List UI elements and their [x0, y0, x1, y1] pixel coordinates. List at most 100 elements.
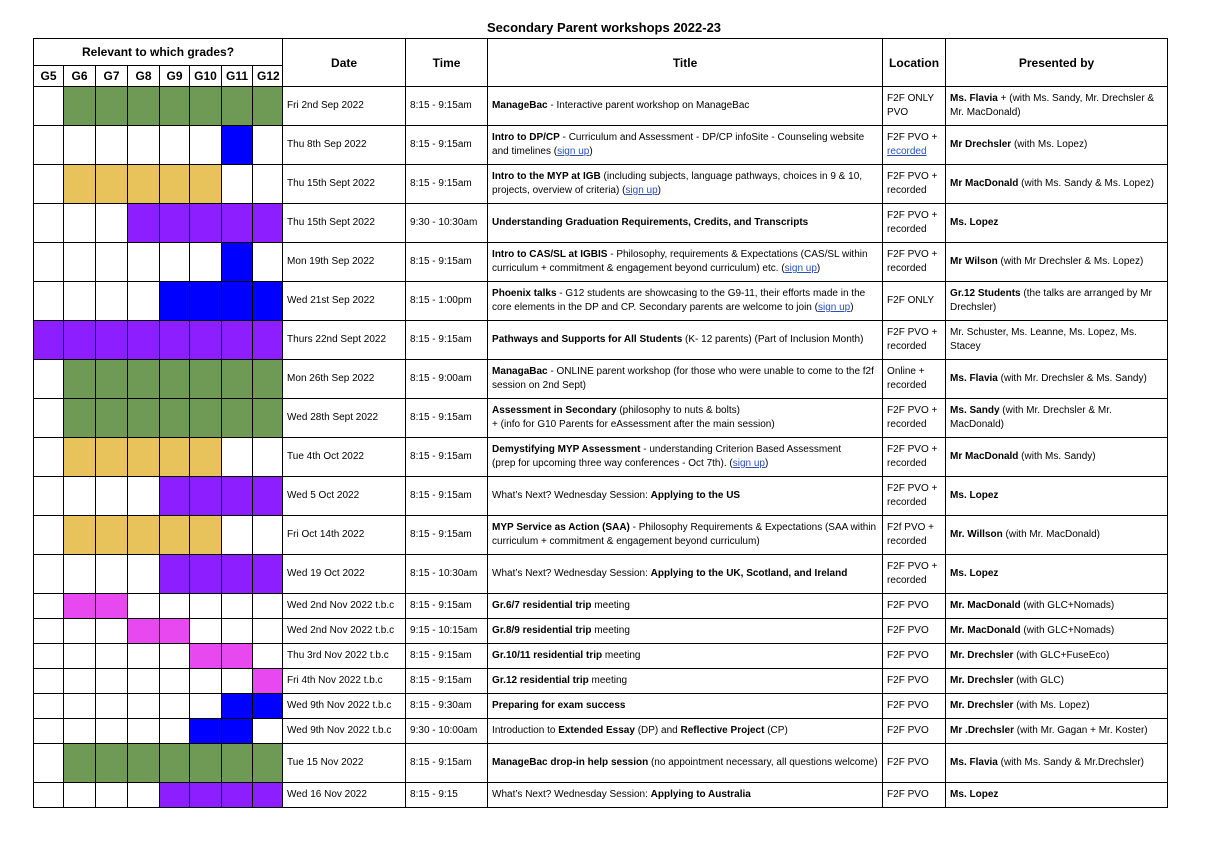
grade-indicator-cell	[251, 359, 284, 399]
grade-indicator-cell	[127, 164, 160, 204]
text-segment: F2F PVO + recorded	[887, 444, 938, 469]
grade-indicator-cell	[251, 743, 284, 783]
grade-indicator-cell	[63, 437, 96, 477]
presenter-cell: Ms. Lopez	[945, 476, 1169, 516]
presenter-cell: Mr MacDonald (with Ms. Sandy & Ms. Lopez…	[945, 164, 1169, 204]
grade-indicator-cell	[221, 359, 253, 399]
text-segment: meeting	[602, 650, 641, 661]
text-segment: Introduction to	[492, 725, 559, 736]
grade-indicator-cell	[127, 515, 160, 555]
grade-indicator-cell	[95, 782, 128, 808]
emphasis-text: Gr.12 residential trip	[492, 675, 589, 686]
grade-indicator-cell	[221, 437, 253, 477]
title-cell: What’s Next? Wednesday Session: Applying…	[487, 476, 884, 516]
workshop-row: Wed 2nd Nov 2022 t.b.c 9:15 - 10:15am Gr.8…	[33, 618, 1169, 644]
grade-indicator-cell	[95, 515, 128, 555]
grade-indicator-cell	[127, 782, 160, 808]
emphasis-text: Ms. Lopez	[950, 490, 999, 501]
date-cell: Thu 8th Sep 2022	[282, 125, 407, 165]
grade-indicator-cell	[33, 515, 64, 555]
grade-indicator-cell	[33, 125, 64, 165]
date-cell: Wed 5 Oct 2022	[282, 476, 407, 516]
emphasis-text: Mr MacDonald	[950, 451, 1019, 462]
sign-up-link[interactable]: sign up	[785, 263, 817, 274]
grade-indicator-cell	[63, 398, 96, 438]
grade-indicator-cell	[159, 86, 190, 126]
text-segment: - Interactive parent workshop on ManageB…	[547, 100, 750, 111]
workshop-row: Thu 15th Sept 2022 9:30 - 10:30am Understa…	[33, 203, 1169, 243]
text-segment: (prep for upcoming three way conferences…	[492, 458, 733, 469]
workshop-row: Mon 26th Sep 2022 8:15 - 9:00am ManagaBac …	[33, 359, 1169, 399]
date-cell: Wed 19 Oct 2022	[282, 554, 407, 594]
presenter-cell: Mr MacDonald (with Ms. Sandy)	[945, 437, 1169, 477]
grade-indicator-cell	[33, 398, 64, 438]
presenter-cell: Mr Drechsler (with Ms. Lopez)	[945, 125, 1169, 165]
grade-indicator-cell	[63, 164, 96, 204]
grade-indicator-cell	[251, 476, 284, 516]
relevant-grades-header: Relevant to which grades?	[32, 38, 284, 66]
time-cell: 8:15 - 9:15am	[405, 668, 489, 694]
emphasis-text: Ms. Flavia	[950, 373, 998, 384]
sign-up-link[interactable]: sign up	[818, 302, 850, 313]
location-cell: Online + recorded	[882, 359, 947, 399]
grade-indicator-cell	[159, 203, 190, 243]
title-cell: Understanding Graduation Requirements, C…	[487, 203, 884, 243]
grade-indicator-cell	[95, 242, 128, 282]
sign-up-link[interactable]: sign up	[557, 146, 589, 157]
grade-indicator-cell	[33, 668, 64, 694]
grade-indicator-cell	[221, 476, 253, 516]
grade-indicator-cell	[189, 693, 222, 719]
grade-indicator-cell	[189, 437, 222, 477]
text-segment: (with GLC+FuseEco)	[1013, 650, 1110, 661]
title-cell: Preparing for exam success	[487, 693, 884, 719]
title-cell: Intro to DP/CP - Curriculum and Assessme…	[487, 125, 884, 165]
workshop-row: Wed 28th Sept 2022 8:15 - 9:15am Assessmen…	[33, 398, 1169, 438]
grade-indicator-cell	[189, 164, 222, 204]
emphasis-text: ManagaBac	[492, 366, 548, 377]
text-segment: + (info for G10 Parents for eAssessment …	[492, 419, 775, 430]
grade-indicator-cell	[251, 618, 284, 644]
time-cell: 8:15 - 9:30am	[405, 693, 489, 719]
workshop-row: Thu 3rd Nov 2022 t.b.c 8:15 - 9:15am Gr.10…	[33, 643, 1169, 669]
grade-indicator-cell	[189, 398, 222, 438]
grade-indicator-cell	[189, 668, 222, 694]
text-segment: meeting	[591, 625, 630, 636]
time-cell: 8:15 - 9:15am	[405, 743, 489, 783]
grade-indicator-cell	[33, 618, 64, 644]
document-title: Secondary Parent workshops 2022-23	[486, 20, 722, 35]
grade-indicator-cell	[95, 398, 128, 438]
time-cell: 8:15 - 9:15am	[405, 164, 489, 204]
emphasis-text: Mr. MacDonald	[950, 600, 1021, 611]
title-cell: Intro to the MYP at IGB (including subje…	[487, 164, 884, 204]
text-segment: )	[850, 302, 854, 313]
emphasis-text: Mr. MacDonald	[950, 625, 1021, 636]
grade-indicator-cell	[127, 476, 160, 516]
grade-header: G5	[33, 65, 64, 87]
workshop-row: Fri 4th Nov 2022 t.b.c 8:15 - 9:15am Gr.12…	[33, 668, 1169, 694]
sign-up-link[interactable]: sign up	[733, 458, 765, 469]
date-cell: Tue 15 Nov 2022	[282, 743, 407, 783]
grade-header: G10	[189, 65, 222, 87]
emphasis-text: Intro to the MYP at IGB	[492, 171, 601, 182]
text-segment: )	[816, 263, 821, 274]
time-cell: 8:15 - 1:00pm	[405, 281, 489, 321]
text-segment: F2F PVO + recorded	[887, 483, 938, 508]
sign-up-link[interactable]: sign up	[625, 185, 657, 196]
workshop-row: Wed 9th Nov 2022 t.b.c 9:30 - 10:00am Intr…	[33, 718, 1169, 744]
title-cell: Demystifying MYP Assessment - understand…	[487, 437, 884, 477]
grade-indicator-cell	[221, 125, 253, 165]
text-segment: (CP)	[764, 725, 788, 736]
text-segment: (DP) and	[634, 725, 681, 736]
grade-indicator-cell	[189, 643, 222, 669]
emphasis-text: Applying to Australia	[650, 789, 751, 800]
grade-indicator-cell	[63, 668, 96, 694]
grade-indicator-cell	[189, 242, 222, 282]
grade-indicator-cell	[33, 554, 64, 594]
emphasis-text: Mr. Willson	[950, 529, 1003, 540]
emphasis-text: Mr Wilson	[950, 256, 998, 267]
grade-indicator-cell	[251, 718, 284, 744]
grade-indicator-cell	[95, 164, 128, 204]
recording-link[interactable]: recorded	[887, 146, 926, 157]
grade-indicator-cell	[251, 164, 284, 204]
grade-indicator-cell	[251, 515, 284, 555]
